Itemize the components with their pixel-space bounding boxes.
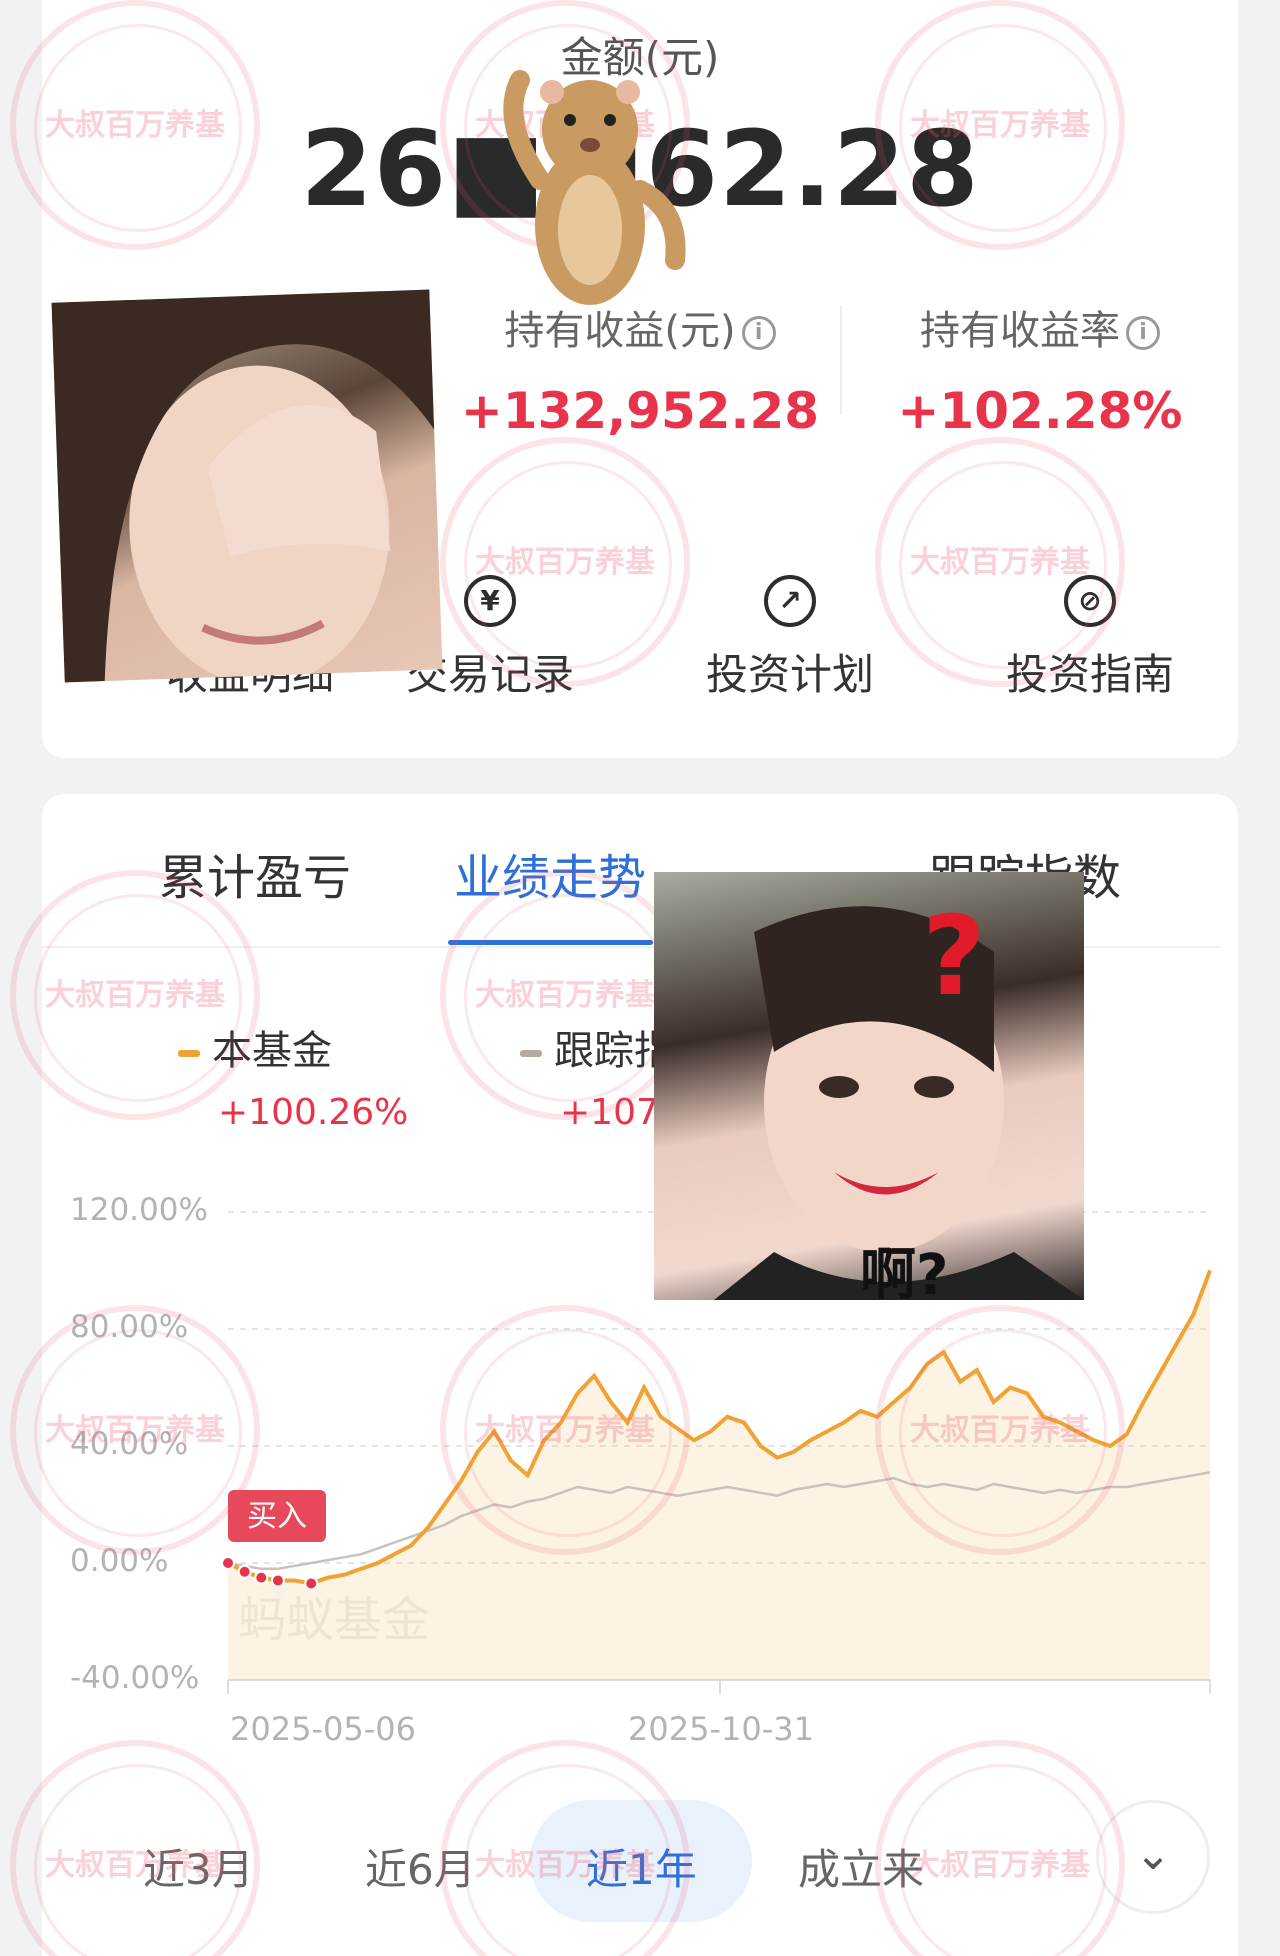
chevron-down-icon: ⌄ (1134, 1829, 1172, 1880)
buy-tag-label: 买入 (247, 1499, 307, 1534)
hamster-sticker (503, 70, 686, 305)
more-ranges-button[interactable]: ⌄ (1096, 1800, 1210, 1914)
buy-point-marker (221, 1556, 235, 1570)
y-tick-label: -40.00% (70, 1660, 200, 1696)
face-illustration (51, 289, 435, 683)
range-1y[interactable]: 近1年 (586, 1836, 697, 1897)
range-3m[interactable]: 近3月 (143, 1836, 254, 1897)
fund-area (228, 1270, 1210, 1680)
x-tick-label: 2025-05-06 (230, 1710, 416, 1748)
buy-point-marker (270, 1573, 285, 1588)
surprised-photo-sticker: ? 啊? (654, 872, 1084, 1300)
buy-point-marker (304, 1576, 319, 1591)
y-tick-label: 0.00% (70, 1543, 169, 1579)
y-tick-label: 80.00% (70, 1309, 189, 1345)
y-tick-label: 40.00% (70, 1426, 189, 1462)
range-since-inception[interactable]: 成立来 (798, 1836, 924, 1897)
face-photo-sticker (51, 289, 443, 683)
buy-point-marker (254, 1570, 269, 1585)
y-tick-label: 120.00% (70, 1192, 208, 1228)
buy-point-marker (237, 1564, 252, 1579)
question-mark-sticker: ? (922, 892, 986, 1020)
range-6m[interactable]: 近6月 (365, 1836, 476, 1897)
x-tick-label: 2025-10-31 (628, 1710, 814, 1748)
sticker-caption: 啊? (860, 1243, 949, 1300)
